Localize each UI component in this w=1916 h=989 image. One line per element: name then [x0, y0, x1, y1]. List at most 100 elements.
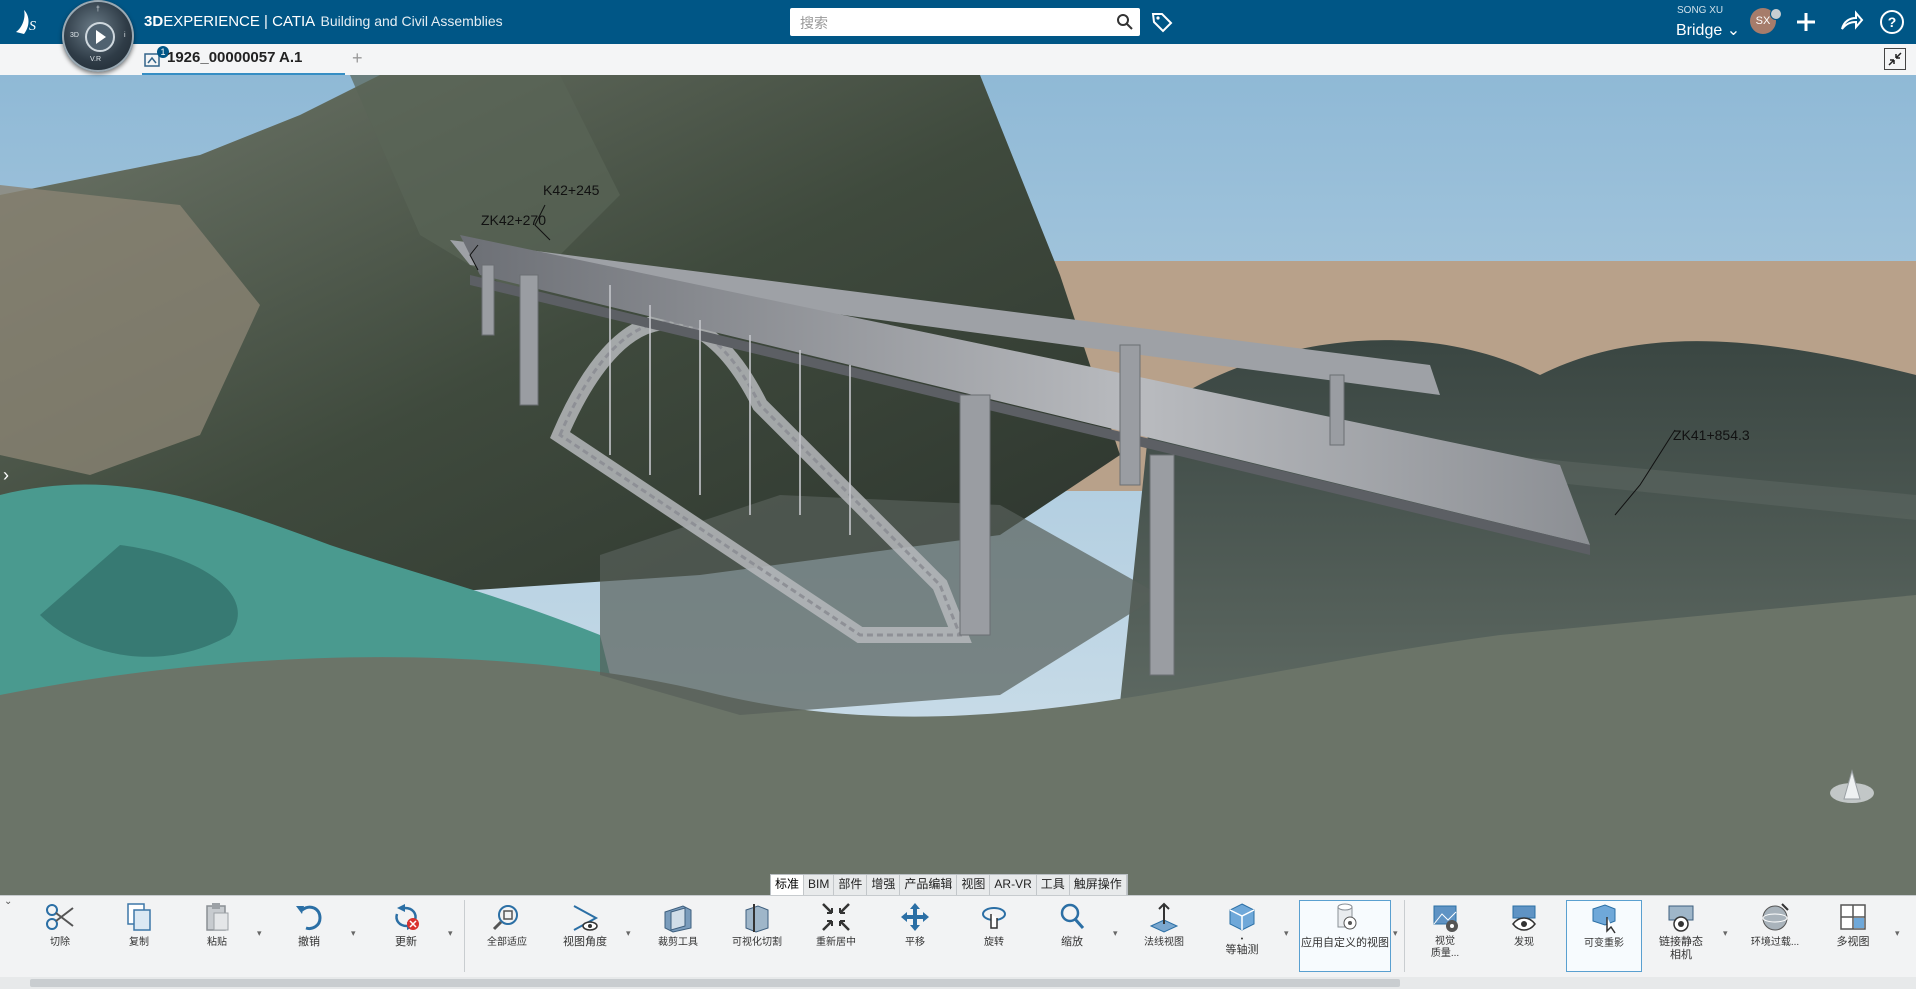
search-icon[interactable] [1116, 13, 1134, 31]
fullscreen-button[interactable] [1884, 48, 1906, 70]
search-box[interactable] [790, 8, 1140, 36]
tab-parts[interactable]: 部件 [834, 875, 868, 895]
fit-all-label: 全部适应 [487, 937, 527, 948]
add-icon[interactable] [1793, 9, 1819, 35]
link-camera-dropdown-icon[interactable]: ▾ [1723, 928, 1728, 939]
cut-label: 切除 [50, 937, 70, 948]
camera-link-icon [1668, 905, 1694, 932]
visual-quality-icon [1433, 905, 1458, 932]
3d-viewport[interactable]: K42+245 ZK42+270 ZK41+854.3 › [0, 75, 1916, 895]
custom-view-dropdown-icon[interactable]: ▾ [1393, 928, 1398, 939]
tab-standard[interactable]: 标准 [771, 875, 805, 895]
paste-label: 粘贴 [207, 937, 227, 948]
undo-button[interactable]: 撤销 [274, 900, 344, 972]
update-button[interactable]: 更新 [371, 900, 441, 972]
workbench-tabs: 标准 BIM 部件 增强 产品编辑 视图 AR-VR 工具 触屏操作 [770, 874, 1128, 896]
tab-tools[interactable]: 工具 [1037, 875, 1070, 895]
tab-enhance[interactable]: 增强 [867, 875, 901, 895]
pan-label: 平移 [905, 937, 925, 948]
tab-ar-vr[interactable]: AR-VR [990, 875, 1037, 895]
cut-button[interactable]: 切除 [25, 900, 95, 972]
dassault-logo-icon[interactable]: S [12, 6, 48, 38]
toolbar-separator [1404, 900, 1405, 972]
tab-product-edit[interactable]: 产品编辑 [900, 875, 958, 895]
station-annotation: ZK41+854.3 [1673, 427, 1750, 443]
isometric-button[interactable]: • 等轴测 [1207, 900, 1277, 978]
pan-button[interactable]: 平移 [880, 900, 950, 972]
add-tab-button[interactable]: + [352, 48, 363, 69]
recenter-button[interactable]: 重新居中 [801, 900, 871, 972]
zoom-dropdown-icon[interactable]: ▾ [1113, 928, 1118, 939]
help-icon[interactable]: ? [1879, 9, 1905, 35]
link-camera-label-2: 相机 [1670, 949, 1692, 961]
app-name: Building and Civil Assemblies [320, 13, 503, 29]
action-bar-scrollbar[interactable] [0, 977, 1916, 989]
pan-icon [901, 903, 929, 931]
environment-filter-label: 环境过载... [1750, 937, 1800, 948]
paste-button[interactable]: 粘贴 [182, 900, 252, 972]
visual-quality-button[interactable]: 视觉 质量... [1410, 900, 1480, 972]
collapse-chevron-icon[interactable]: ⌄ [4, 896, 12, 907]
zoom-button[interactable]: 缩放 [1037, 900, 1107, 972]
custom-view-icon [1337, 903, 1357, 930]
tab-touch[interactable]: 触屏操作 [1070, 875, 1127, 895]
compass-label-left: 3D [70, 32, 79, 39]
discover-label: 发现 [1514, 937, 1534, 948]
recenter-label: 重新居中 [816, 937, 856, 948]
brand-main: EXPERIENCE | CATIA [163, 13, 315, 30]
update-label: 更新 [395, 936, 417, 948]
view-angle-dropdown-icon[interactable]: ▾ [626, 928, 631, 939]
multi-view-label: 多视图 [1836, 936, 1870, 948]
variable-shadow-button[interactable]: 可变重影 [1566, 900, 1642, 972]
discover-button[interactable]: 发现 [1489, 900, 1559, 972]
station-annotation: K42+245 [543, 182, 600, 198]
view-angle-button[interactable]: 视图角度 [550, 900, 620, 972]
zoom-label: 缩放 [1061, 936, 1083, 948]
copy-icon [127, 903, 151, 931]
normal-view-label: 法线视图 [1144, 937, 1184, 948]
rotate-icon [982, 907, 1006, 929]
scene-render [0, 75, 1916, 895]
normal-view-button[interactable]: 法线视图 [1129, 900, 1199, 972]
clip-tool-button[interactable]: 裁剪工具 [643, 900, 713, 972]
rotate-label: 旋转 [984, 937, 1004, 948]
top-bar: S 3D EXPERIENCE | CATIA Building and Civi… [0, 0, 1916, 44]
zoom-icon [1060, 903, 1085, 929]
multi-view-button[interactable]: 多视图 [1818, 900, 1888, 972]
link-static-camera-button[interactable]: 链接静态 相机 [1646, 900, 1716, 972]
play-icon[interactable] [85, 22, 115, 52]
scissors-icon [46, 904, 74, 930]
visual-cut-button[interactable]: 可视化切割 [722, 900, 792, 972]
tag-icon[interactable] [1150, 10, 1174, 34]
rotate-button[interactable]: 旋转 [959, 900, 1029, 972]
document-tab-bar: 1 1926_00000057 A.1 + [0, 44, 1916, 76]
undo-dropdown-icon[interactable]: ▾ [351, 928, 356, 939]
tab-bim[interactable]: BIM [804, 875, 835, 895]
document-tab-label: 1926_00000057 A.1 [167, 49, 303, 66]
collab-space-selector[interactable]: Bridge ⌄ [1676, 20, 1740, 40]
multi-view-icon [1840, 904, 1866, 930]
update-dropdown-icon[interactable]: ▾ [448, 928, 453, 939]
compass-label-right: i [124, 32, 126, 39]
isometric-cube-icon [1229, 903, 1255, 931]
clip-tool-icon [664, 905, 692, 933]
document-tab[interactable]: 1 1926_00000057 A.1 [142, 44, 345, 76]
isometric-dropdown-icon[interactable]: ▾ [1284, 928, 1289, 939]
multi-view-dropdown-icon[interactable]: ▾ [1895, 928, 1900, 939]
tab-view[interactable]: 视图 [957, 875, 991, 895]
svg-text:S: S [29, 19, 36, 34]
fit-all-button[interactable]: 全部适应 [472, 900, 542, 972]
share-icon[interactable] [1838, 9, 1864, 35]
apply-custom-view-button[interactable]: 应用自定义的视图 [1299, 900, 1391, 972]
side-panel-toggle[interactable]: › [3, 465, 9, 486]
environment-filter-button[interactable]: 环境过载... [1740, 900, 1810, 972]
status-dot-icon [1770, 8, 1782, 20]
scrollbar-thumb[interactable] [30, 979, 1400, 987]
search-input[interactable] [798, 12, 1102, 34]
compass-widget[interactable]: 3D V.R i † [62, 0, 134, 72]
copy-button[interactable]: 复制 [104, 900, 174, 972]
apply-custom-view-label: 应用自定义的视图 [1301, 937, 1389, 949]
action-bar: ⌄ 切除 复制 粘贴 ▾ 撤销 ▾ 更新 ▾ 全部适应 视图角度 ▾ 裁剪工具 … [0, 895, 1916, 978]
view-angle-label: 视图角度 [563, 936, 607, 948]
paste-dropdown-icon[interactable]: ▾ [257, 928, 262, 939]
